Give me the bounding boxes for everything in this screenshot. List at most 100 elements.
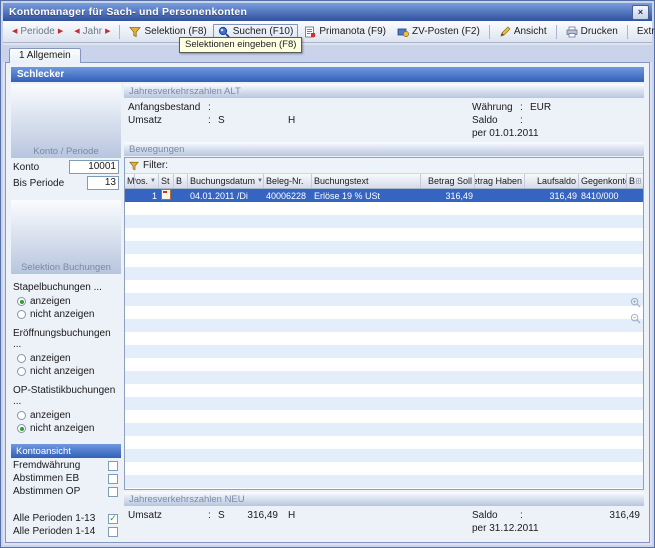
stapelbuchungen-label: Stapelbuchungen ...	[11, 274, 121, 294]
cell-beleg-nr: 40006228	[264, 191, 312, 201]
op-statistik-label: OP-Statistikbuchungen ...	[11, 377, 121, 408]
radio-icon[interactable]	[17, 354, 26, 363]
zv-posten-label: ZV-Posten (F2)	[412, 26, 480, 37]
soll-marker: S	[218, 510, 232, 521]
column-header-buchungstext[interactable]: Buchungstext	[312, 174, 421, 188]
bookings-table: Filter: M Pos.▼ St B Buchungsdatum▼	[124, 157, 644, 490]
op-anzeigen-option[interactable]: anzeigen	[11, 408, 121, 421]
checkbox-label: Alle Perioden 1-13	[13, 513, 95, 524]
periode-next-icon[interactable]: ▶	[58, 28, 63, 35]
stapel-anzeigen-option[interactable]: anzeigen	[11, 294, 121, 307]
zoom-rail	[630, 297, 641, 324]
column-header-betrag-haben[interactable]: Betrag Haben	[475, 174, 525, 188]
alle-perioden-1-14-row[interactable]: Alle Perioden 1-14	[11, 524, 121, 537]
stapel-nicht-anzeigen-option[interactable]: nicht anzeigen	[11, 307, 121, 320]
main-content: Schlecker Konto / Periode Konto 10001 Bi…	[5, 62, 650, 543]
table-empty-rows	[125, 202, 643, 489]
column-header-laufsaldo[interactable]: Laufsaldo	[525, 174, 579, 188]
column-header-m[interactable]: M	[125, 174, 135, 188]
checkbox-icon[interactable]	[108, 487, 118, 497]
column-chooser-icon[interactable]	[636, 177, 641, 185]
periode-prev-icon[interactable]: ◀	[12, 28, 17, 35]
column-header-betrag-soll[interactable]: Betrag Soll	[421, 174, 475, 188]
checkbox-label: Abstimmen OP	[13, 486, 80, 497]
toolbar-separator	[556, 25, 557, 39]
extras-button[interactable]: Extras	[632, 24, 655, 39]
colon: :	[208, 102, 218, 113]
option-label: nicht anzeigen	[30, 366, 95, 377]
op-nicht-anzeigen-option[interactable]: nicht anzeigen	[11, 421, 121, 434]
column-header-beleg-nr[interactable]: Beleg-Nr.	[264, 174, 312, 188]
umsatz-neu-label: Umsatz	[128, 510, 208, 521]
column-header-st[interactable]: St	[159, 174, 174, 188]
colon: :	[208, 510, 218, 521]
primanota-label: Primanota (F9)	[319, 26, 386, 37]
table-header: M Pos.▼ St B Buchungsdatum▼ Beleg-Nr. Bu…	[125, 174, 643, 189]
bis-periode-input[interactable]: 13	[87, 176, 119, 190]
sort-icon: ▼	[257, 178, 263, 184]
periode-label: Periode	[20, 26, 54, 37]
radio-icon[interactable]	[17, 424, 26, 433]
radio-icon[interactable]	[17, 367, 26, 376]
zoom-out-icon[interactable]	[630, 313, 641, 324]
column-header-buchungsdatum[interactable]: Buchungsdatum▼	[188, 174, 264, 188]
checkbox-icon[interactable]	[108, 527, 118, 537]
checkbox-icon[interactable]	[108, 474, 118, 484]
ansicht-label: Ansicht	[514, 26, 547, 37]
option-label: nicht anzeigen	[30, 309, 95, 320]
pencil-icon	[499, 26, 511, 38]
primanota-button[interactable]: Primanota (F9)	[299, 24, 391, 40]
checkbox-checked-icon[interactable]: ✓	[108, 514, 118, 524]
jahr-prev-icon[interactable]: ◀	[74, 28, 79, 35]
cell-pos: 1	[135, 191, 159, 201]
konto-input[interactable]: 10001	[69, 160, 119, 174]
radio-icon[interactable]	[17, 411, 26, 420]
abstimmen-op-row[interactable]: Abstimmen OP	[11, 484, 121, 497]
filter-row[interactable]: Filter:	[125, 158, 643, 174]
ansicht-button[interactable]: Ansicht	[494, 24, 552, 40]
close-button[interactable]: ×	[632, 5, 649, 20]
column-header-pos[interactable]: Pos.▼	[135, 174, 159, 188]
selektion-label: Selektion (F8)	[144, 26, 206, 37]
section-selektion-buchungen: Selektion Buchungen	[11, 200, 121, 274]
drucken-label: Drucken	[581, 26, 618, 37]
fremdwaehrung-row[interactable]: Fremdwährung	[11, 458, 121, 471]
alle-perioden-1-13-row[interactable]: Alle Perioden 1-13 ✓	[11, 511, 121, 524]
title-bar: Kontomanager für Sach- und Personenkonte…	[3, 3, 652, 21]
zoom-in-icon[interactable]	[630, 297, 641, 308]
anfangsbestand-label: Anfangsbestand	[128, 102, 208, 113]
eroeffnung-anzeigen-option[interactable]: anzeigen	[11, 351, 121, 364]
radio-icon[interactable]	[17, 310, 26, 319]
abstimmen-eb-row[interactable]: Abstimmen EB	[11, 471, 121, 484]
waehrung-value: EUR	[530, 102, 551, 113]
colon: :	[520, 510, 530, 521]
toolbar-separator	[627, 25, 628, 39]
haben-marker: H	[288, 510, 295, 521]
checkbox-icon[interactable]	[108, 461, 118, 471]
radio-icon[interactable]	[17, 297, 26, 306]
bewegungen-section: Bewegungen Filter: M Pos.▼	[124, 142, 644, 490]
extras-label: Extras	[637, 26, 655, 37]
table-row-selected[interactable]: 1 04.01.2011 /Di 40006228 Erlöse 19 % US…	[125, 189, 643, 202]
filter-label: Filter:	[143, 160, 168, 171]
konto-label: Konto	[13, 162, 39, 173]
zv-posten-button[interactable]: ZV-Posten (F2)	[392, 24, 485, 40]
column-header-b[interactable]: B	[174, 174, 188, 188]
jahr-next-icon[interactable]: ▶	[105, 28, 110, 35]
jahr-nav[interactable]: ◀ Jahr ▶	[69, 24, 115, 39]
tab-allgemein[interactable]: 1 Allgemein	[9, 48, 81, 63]
toolbar-separator	[489, 25, 490, 39]
column-header-b2[interactable]: B	[627, 174, 643, 188]
column-header-gegenkonto[interactable]: Gegenkonto	[579, 174, 627, 188]
jvz-alt-body: Anfangsbestand : Währung : EUR Umsatz :	[124, 98, 644, 142]
cell-betrag-soll: 316,49	[421, 191, 475, 201]
eroeffnung-nicht-anzeigen-option[interactable]: nicht anzeigen	[11, 364, 121, 377]
app-window: Kontomanager für Sach- und Personenkonte…	[0, 0, 655, 548]
drucken-button[interactable]: Drucken	[561, 24, 623, 40]
per-date-neu: per 31.12.2011	[472, 523, 539, 534]
eroeffnungsbuchungen-label: Eröffnungsbuchungen ...	[11, 320, 121, 351]
jahr-label: Jahr	[83, 26, 102, 37]
periode-nav[interactable]: ◀ Periode ▶	[7, 24, 68, 39]
journal-icon	[304, 26, 316, 38]
saldo-alt-label: Saldo	[472, 115, 520, 126]
